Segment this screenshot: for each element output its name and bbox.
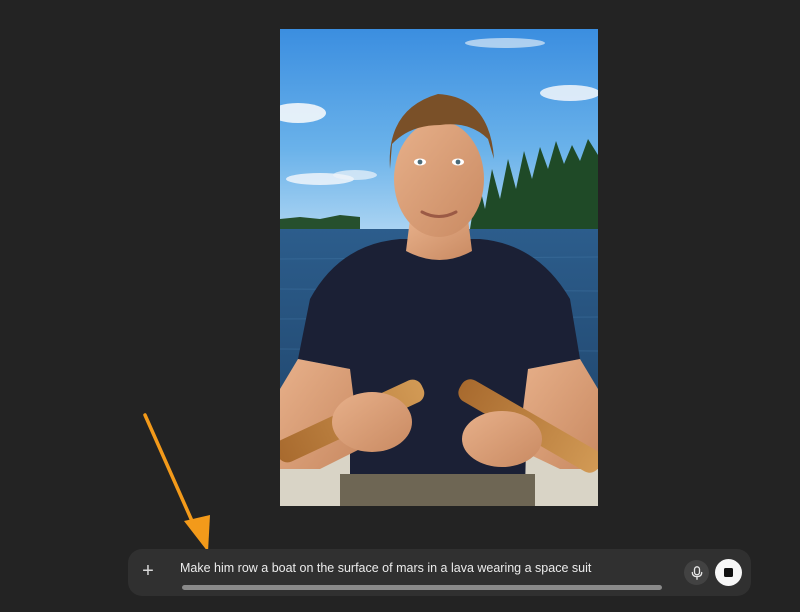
generation-progress-bar [182, 585, 662, 590]
app-canvas: + Make him row a boat on the surface of … [0, 0, 800, 612]
stop-icon [724, 568, 733, 577]
microphone-icon [691, 565, 702, 580]
plus-icon[interactable]: + [134, 556, 162, 586]
arrow-down-left-icon [143, 413, 210, 552]
prompt-composer: + Make him row a boat on the surface of … [128, 549, 751, 596]
stop-button[interactable] [715, 559, 742, 586]
microphone-button[interactable] [684, 560, 709, 585]
add-attachment-button[interactable]: + [142, 560, 154, 583]
prompt-input[interactable]: Make him row a boat on the surface of ma… [180, 559, 670, 577]
progress-fill [182, 585, 662, 590]
